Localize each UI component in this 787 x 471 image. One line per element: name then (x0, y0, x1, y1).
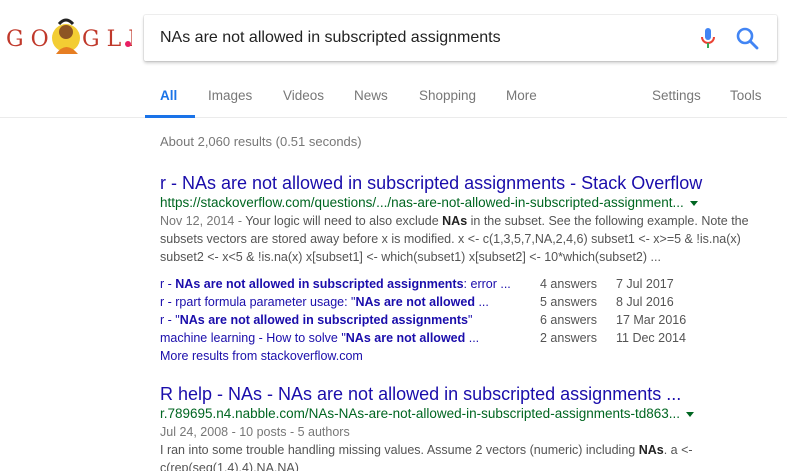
google-doodle-logo[interactable]: G O G L E (6, 14, 132, 66)
sitelink-prefix: r - " (160, 313, 180, 327)
snippet-text: Your logic will need to also exclude (242, 214, 443, 228)
active-tab-indicator (145, 115, 195, 118)
tab-all[interactable]: All (160, 88, 177, 103)
search-input[interactable] (160, 26, 690, 50)
sitelink-date: 7 Jul 2017 (616, 277, 674, 291)
snippet-highlight: NAs (442, 214, 468, 228)
sitelink-bold: NAs are not allowed (355, 295, 475, 309)
tab-shopping[interactable]: Shopping (419, 88, 476, 103)
sitelink-prefix: machine learning - How to solve " (160, 331, 346, 345)
sitelink-bold: NAs are not allowed (345, 331, 466, 345)
sitelink-prefix: r - (160, 277, 176, 291)
sitelink[interactable]: r - rpart formula parameter usage: "NAs … (160, 293, 489, 311)
sitelink-answers: 2 answers (540, 331, 597, 345)
sitelink-suffix: : error ... (463, 277, 511, 291)
more-results-link[interactable]: More results from stackoverflow.com (160, 347, 780, 365)
sitelink-answers: 6 answers (540, 313, 597, 327)
sitelink-row: r - rpart formula parameter usage: "NAs … (160, 293, 780, 311)
sitelink-suffix: " (467, 313, 473, 327)
sitelink[interactable]: machine learning - How to solve "NAs are… (160, 329, 479, 347)
logo-letters-right: G L E (82, 27, 132, 52)
result-snippet: Nov 12, 2014 - Your logic will need to a… (160, 212, 760, 266)
doodle-figure-icon (52, 18, 80, 54)
snippet-highlight: NAs (638, 443, 664, 457)
result-url-text: r.789695.n4.nabble.com/NAs-NAs-are-not-a… (160, 406, 681, 421)
sitelink-date: 8 Jul 2016 (616, 295, 674, 309)
sitelink-answers: 5 answers (540, 295, 597, 309)
sitelink-row: machine learning - How to solve "NAs are… (160, 329, 780, 347)
sitelink[interactable]: r - "NAs are not allowed in subscripted … (160, 311, 472, 329)
result-date: Jul 24, 2008 - 10 posts - 5 authors (160, 425, 350, 439)
tab-videos[interactable]: Videos (283, 88, 324, 103)
search-tabs: All Images Videos News Shopping More Set… (0, 80, 787, 118)
result-url: r.789695.n4.nabble.com/NAs-NAs-are-not-a… (160, 405, 780, 423)
search-icon[interactable] (734, 25, 760, 51)
result-url: https://stackoverflow.com/questions/.../… (160, 194, 780, 212)
search-result: r - NAs are not allowed in subscripted a… (160, 172, 780, 365)
sitelink[interactable]: r - NAs are not allowed in subscripted a… (160, 275, 511, 293)
result-snippet: Jul 24, 2008 - 10 posts - 5 authors I ran… (160, 423, 760, 471)
sitelink-suffix: ... (474, 295, 489, 309)
tab-more[interactable]: More (506, 88, 537, 103)
result-url-text: https://stackoverflow.com/questions/.../… (160, 195, 684, 210)
logo-letters-left: G O (6, 27, 49, 52)
sitelink-row: r - "NAs are not allowed in subscripted … (160, 311, 780, 329)
header: G O G L E All Images Videos News Shoppin… (0, 0, 787, 118)
sitelink-date: 17 Mar 2016 (616, 313, 687, 327)
microphone-icon[interactable] (696, 26, 720, 50)
search-result: R help - NAs - NAs are not allowed in su… (160, 383, 780, 471)
sitelink-row: r - NAs are not allowed in subscripted a… (160, 275, 780, 293)
sitelink-prefix: r - rpart formula parameter usage: " (160, 295, 356, 309)
sitelink-date: 11 Dec 2014 (616, 331, 686, 345)
result-date: Nov 12, 2014 - (160, 214, 242, 228)
caret-down-icon[interactable] (689, 200, 698, 206)
sitelink-bold: NAs are not allowed in subscripted assig… (175, 277, 464, 291)
sitelink-answers: 4 answers (540, 277, 597, 291)
search-box (144, 15, 777, 61)
sitelinks-table: r - NAs are not allowed in subscripted a… (160, 275, 780, 347)
result-stats: About 2,060 results (0.51 seconds) (160, 134, 362, 149)
tab-tools[interactable]: Tools (730, 88, 762, 103)
snippet-text: I ran into some trouble handling missing… (160, 443, 639, 457)
caret-down-icon[interactable] (686, 411, 695, 417)
sitelink-suffix: ... (465, 331, 480, 345)
result-title-link[interactable]: R help - NAs - NAs are not allowed in su… (160, 383, 780, 405)
tab-settings[interactable]: Settings (652, 88, 701, 103)
tab-news[interactable]: News (354, 88, 388, 103)
result-title-link[interactable]: r - NAs are not allowed in subscripted a… (160, 172, 780, 194)
sitelink-bold: NAs are not allowed in subscripted assig… (179, 313, 468, 327)
tab-images[interactable]: Images (208, 88, 252, 103)
